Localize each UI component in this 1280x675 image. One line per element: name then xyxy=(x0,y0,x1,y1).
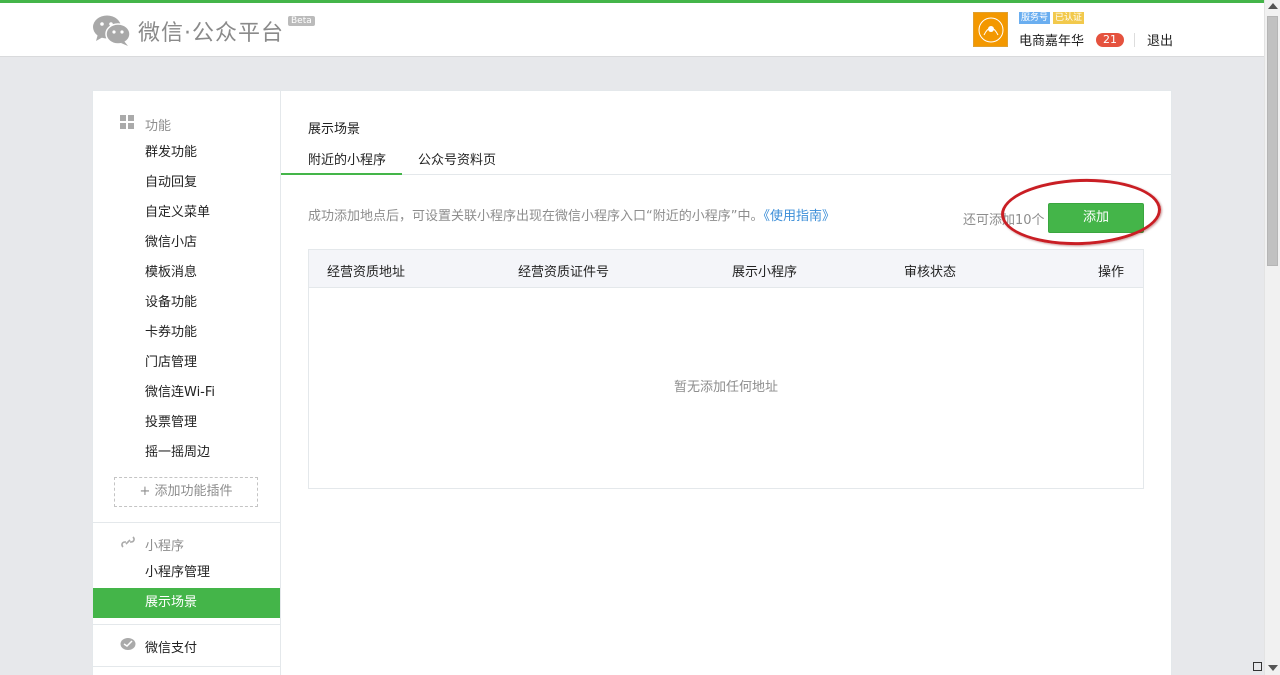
sidebar-item-template-message[interactable]: 模板消息 xyxy=(93,258,280,288)
column-header: 经营资质地址 xyxy=(327,265,406,280)
sidebar: 功能 群发功能 自动回复 自定义菜单 微信小店 模板消息 设备功能 卡券功能 门… xyxy=(93,91,281,675)
main-panel: 展示场景 附近的小程序 公众号资料页 成功添加地点后，可设置关联小程序出现在微信… xyxy=(281,91,1171,675)
column-header: 审核状态 xyxy=(904,265,957,280)
sidebar-item-wechat-shop[interactable]: 微信小店 xyxy=(93,228,280,258)
logo-text: 微信·公众平台 xyxy=(138,21,284,46)
user-name[interactable]: 电商嘉年华 xyxy=(1019,30,1084,49)
divider xyxy=(1134,32,1136,47)
sidebar-section-label: 功能 xyxy=(145,118,172,134)
tab-nearby-miniprogram[interactable]: 附近的小程序 xyxy=(281,149,402,175)
sidebar-item-wifi[interactable]: 微信连Wi-Fi xyxy=(93,378,280,408)
column-header: 展示小程序 xyxy=(732,265,798,280)
guide-link[interactable]: 《使用指南》 xyxy=(763,209,835,224)
add-plugin-button[interactable]: + 添加功能插件 xyxy=(114,477,258,507)
top-header: 微信·公众平台 Beta 服务号 已认证 电商嘉年华 21 退出 xyxy=(0,3,1264,57)
sidebar-item-coupon[interactable]: 卡券功能 xyxy=(93,318,280,348)
wechat-logo-icon xyxy=(92,14,132,48)
pay-icon xyxy=(120,637,136,655)
sidebar-item-miniprogram-manage[interactable]: 小程序管理 xyxy=(93,558,280,588)
user-info: 服务号 已认证 电商嘉年华 21 退出 xyxy=(1019,12,1173,49)
beta-badge: Beta xyxy=(288,16,315,26)
message-count-badge[interactable]: 21 xyxy=(1096,32,1125,47)
account-type-badge: 服务号 xyxy=(1019,12,1051,24)
scroll-down-icon[interactable] xyxy=(1268,665,1278,671)
sidebar-item-vote[interactable]: 投票管理 xyxy=(93,408,280,438)
description: 成功添加地点后，可设置关联小程序出现在微信小程序入口“附近的小程序”中。《使用指… xyxy=(308,205,835,224)
description-text: 成功添加地点后，可设置关联小程序出现在微信小程序入口“附近的小程序”中。 xyxy=(308,209,764,224)
highlight-circle-annotation xyxy=(999,176,1163,248)
sidebar-section-miniprogram: 小程序 xyxy=(93,534,281,554)
table-header: 经营资质地址 经营资质证件号 展示小程序 审核状态 操作 xyxy=(309,250,1143,288)
sidebar-item-store-manage[interactable]: 门店管理 xyxy=(93,348,280,378)
scroll-thumb[interactable] xyxy=(1267,16,1278,266)
grid-icon xyxy=(120,115,134,133)
vertical-scrollbar[interactable] xyxy=(1264,0,1280,675)
link-icon xyxy=(120,534,136,554)
sidebar-item-mass-send[interactable]: 群发功能 xyxy=(93,138,280,168)
main-container: 功能 群发功能 自动回复 自定义菜单 微信小店 模板消息 设备功能 卡券功能 门… xyxy=(92,90,1172,675)
logo[interactable]: 微信·公众平台 Beta xyxy=(92,13,315,49)
sidebar-section-function: 功能 xyxy=(93,114,281,134)
scroll-up-icon[interactable] xyxy=(1268,3,1278,9)
sidebar-section-label: 微信支付 xyxy=(145,640,198,656)
verified-badge: 已认证 xyxy=(1053,12,1085,24)
user-panel: 服务号 已认证 电商嘉年华 21 退出 xyxy=(973,12,1173,49)
sidebar-divider xyxy=(93,666,281,667)
sidebar-item-display-scene[interactable]: 展示场景 xyxy=(93,588,280,618)
sidebar-divider xyxy=(93,522,281,523)
tab-bar: 附近的小程序 公众号资料页 xyxy=(281,149,1171,175)
sidebar-item-device[interactable]: 设备功能 xyxy=(93,288,280,318)
column-header: 操作 xyxy=(1098,265,1125,280)
column-header: 经营资质证件号 xyxy=(518,265,610,280)
avatar[interactable] xyxy=(973,12,1008,47)
sidebar-item-shake[interactable]: 摇一摇周边 xyxy=(93,438,280,468)
empty-state: 暂无添加任何地址 xyxy=(673,380,778,395)
logout-link[interactable]: 退出 xyxy=(1147,30,1173,49)
sidebar-item-auto-reply[interactable]: 自动回复 xyxy=(93,168,280,198)
sidebar-divider xyxy=(93,624,281,625)
address-table: 经营资质地址 经营资质证件号 展示小程序 审核状态 操作 暂无添加任何地址 xyxy=(308,249,1144,489)
page-title: 展示场景 xyxy=(308,122,361,137)
sidebar-section-pay[interactable]: 微信支付 xyxy=(93,636,281,656)
tab-profile-page[interactable]: 公众号资料页 xyxy=(418,149,496,175)
resize-handle-icon[interactable] xyxy=(1253,662,1262,671)
sidebar-item-custom-menu[interactable]: 自定义菜单 xyxy=(93,198,280,228)
sidebar-section-label: 小程序 xyxy=(145,538,185,554)
